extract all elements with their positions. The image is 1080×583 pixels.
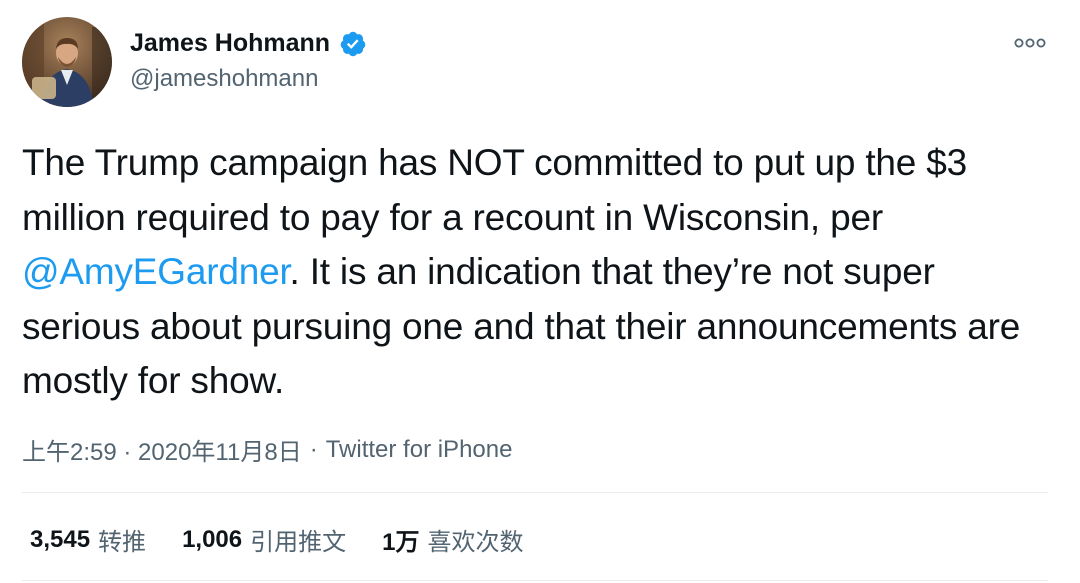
tweet-timestamp[interactable]: 上午2:59 · 2020年11月8日	[22, 432, 302, 467]
verified-badge-icon	[339, 30, 367, 58]
tweet-text: The Trump campaign has NOT committed to …	[22, 136, 1062, 409]
tweet-source-link[interactable]: Twitter for iPhone	[326, 436, 513, 464]
tweet-text-part-1: The Trump campaign has NOT committed to …	[22, 142, 968, 238]
retweets-stat[interactable]: 3,545 转推	[30, 522, 146, 557]
likes-stat[interactable]: 1万 喜欢次数	[382, 522, 523, 557]
retweets-count: 3,545	[30, 525, 91, 553]
retweets-label: 转推	[98, 529, 147, 556]
quote-tweets-label: 引用推文	[250, 529, 347, 556]
author-avatar[interactable]	[22, 17, 112, 107]
mention-link[interactable]: @AmyEGardner	[22, 251, 290, 292]
quote-tweets-count: 1,006	[182, 525, 243, 553]
likes-label: 喜欢次数	[427, 529, 524, 556]
display-name-text[interactable]: James Hohmann	[130, 29, 330, 58]
quote-tweets-stat[interactable]: 1,006 引用推文	[182, 522, 346, 557]
author-display-name[interactable]: James Hohmann	[130, 29, 367, 58]
divider	[22, 492, 1048, 493]
author-handle[interactable]: @jameshohmann	[130, 65, 318, 93]
tweet-meta: 上午2:59 · 2020年11月8日 · Twitter for iPhone	[22, 432, 512, 467]
meta-separator: ·	[309, 435, 318, 463]
engagement-stats: 3,545 转推 1,006 引用推文 1万 喜欢次数	[30, 522, 559, 557]
more-options-icon[interactable]	[1012, 34, 1048, 52]
divider	[22, 580, 1048, 581]
likes-count: 1万	[382, 529, 420, 556]
